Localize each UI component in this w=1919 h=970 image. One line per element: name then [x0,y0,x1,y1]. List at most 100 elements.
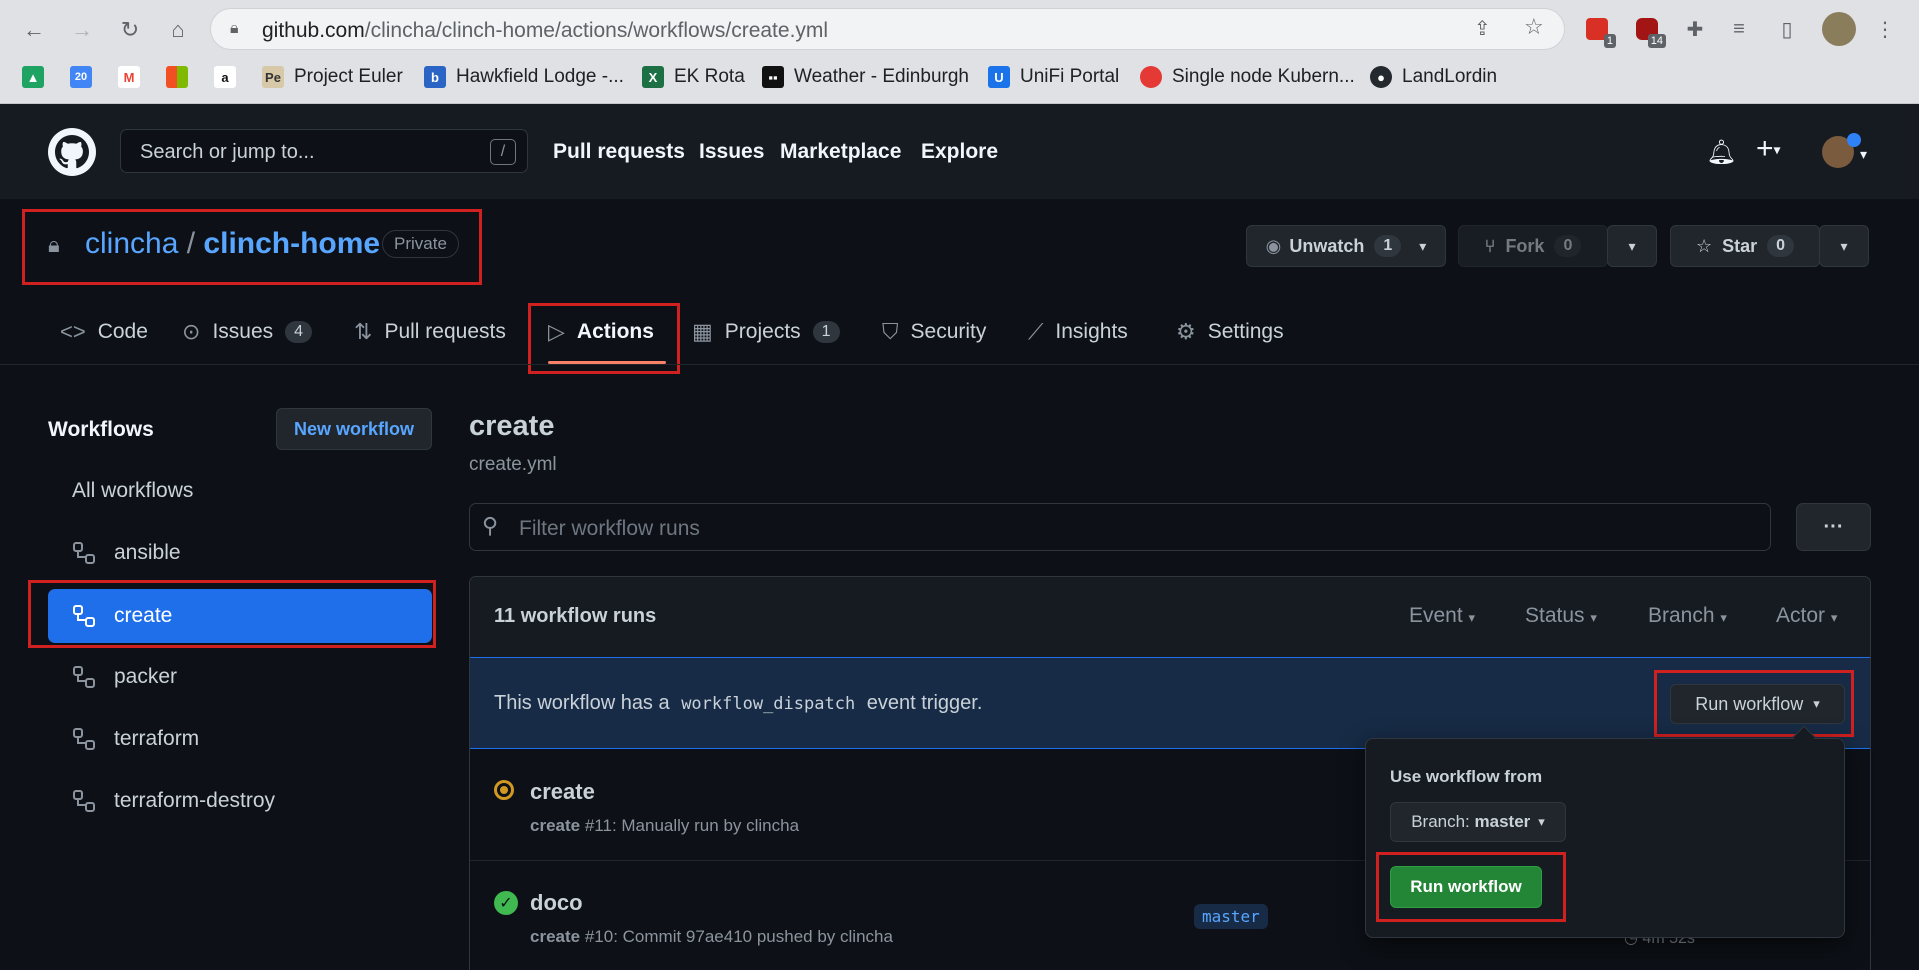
plus-icon[interactable]: +▾ [1756,132,1781,166]
nav-issues[interactable]: Issues [699,140,764,164]
search-icon: ⚲ [482,513,499,538]
bell-icon[interactable]: 🔔︎ [1706,138,1736,167]
unwatch-button[interactable]: ◉ Unwatch 1 ▾ [1246,225,1446,267]
bookmark-drive[interactable]: ▲ [22,62,44,92]
filter-status[interactable]: Status ▾ [1525,604,1597,628]
shield-icon: ⛉ [882,319,899,344]
share-icon[interactable]: ⇪ [1474,16,1491,41]
branch-badge[interactable]: master [1194,904,1268,929]
pull-request-icon: ⇅ [354,319,373,344]
puzzle-icon[interactable]: ✚ [1680,14,1710,44]
nav-marketplace[interactable]: Marketplace [780,140,901,164]
bookmark-kubernetes[interactable]: Single node Kubern... [1140,62,1355,92]
bookmark-calendar[interactable]: 20 [70,62,92,92]
run-meta: create #11: Manually run by clincha [530,816,800,835]
table-icon: ▦ [692,319,713,344]
nav-pull-requests[interactable]: Pull requests [553,140,685,164]
tab-insights[interactable]: ⟋ Insights [1028,314,1128,350]
fork-icon: ⑂ [1484,235,1496,256]
sidepanel-icon[interactable]: ▯ [1772,14,1802,44]
tabs-divider [0,364,1919,365]
tab-security[interactable]: ⛉ Security [882,314,986,350]
bookmark-amazon[interactable]: a [214,62,236,92]
forward-icon[interactable]: → [64,12,100,48]
workflow-icon [73,728,95,750]
new-workflow-button[interactable]: New workflow [276,408,432,450]
visibility-badge: Private [382,230,459,258]
search-placeholder: Search or jump to... [140,141,315,163]
run-workflow-button[interactable]: Run workflow [1390,866,1542,908]
workflow-icon [73,542,95,564]
page-title: create [469,410,555,442]
star-button[interactable]: ☆ Star 0 [1670,225,1820,267]
in-progress-icon [494,780,514,800]
sidebar-item-terraform[interactable]: terraform [48,714,432,764]
bookmark-microsoft[interactable] [166,62,188,92]
workflow-file: create.yml [469,454,557,475]
bookmark-ek-rota[interactable]: X EK Rota [642,62,745,92]
tab-issues[interactable]: ⊙ Issues 4 [182,314,313,350]
filter-placeholder: Filter workflow runs [519,517,700,540]
bookmark-gmail[interactable]: M [118,62,140,92]
ublock-icon[interactable]: 14 [1632,14,1666,48]
nav-explore[interactable]: Explore [921,140,998,164]
star-dropdown[interactable]: ▾ [1819,225,1869,267]
repo-owner-link[interactable]: clincha [85,227,178,260]
branch-select[interactable]: Branch: master ▾ [1390,802,1566,842]
sidebar-item-all-workflows[interactable]: All workflows [48,466,432,516]
notification-dot [1847,133,1861,147]
tab-projects[interactable]: ▦ Projects 1 [692,314,840,350]
graph-icon: ⟋ [1028,319,1044,344]
media-icon[interactable]: ≡ [1724,14,1754,44]
run-title[interactable]: create [530,779,595,805]
sidebar-item-packer[interactable]: packer [48,652,432,702]
bookmark-hawkfield[interactable]: b Hawkfield Lodge -... [424,62,624,92]
popover-title: Use workflow from [1390,767,1543,786]
bookmark-unifi[interactable]: U UniFi Portal [988,62,1119,92]
sidebar-item-create[interactable]: create [48,589,432,643]
fork-button[interactable]: ⑂ Fork 0 [1458,225,1608,267]
filter-actor[interactable]: Actor ▾ [1776,604,1837,628]
repo-title: clincha / clinch-home [85,227,381,260]
star-icon: ☆ [1695,235,1713,256]
reload-icon[interactable]: ↻ [112,12,148,48]
more-options-button[interactable]: ··· [1796,503,1871,551]
profile-avatar[interactable] [1822,12,1856,46]
filter-event[interactable]: Event ▾ [1409,604,1475,628]
run-workflow-dropdown[interactable]: Run workflow ▾ [1670,684,1845,724]
lock-icon: 🔒︎ [230,20,239,37]
run-title[interactable]: doco [530,890,583,916]
dispatch-text: This workflow has a workflow_dispatch ev… [494,692,983,714]
check-circle-icon: ✓ [494,891,518,915]
workflow-icon [73,790,95,812]
sidebar-item-ansible[interactable]: ansible [48,528,432,578]
sidebar-item-terraform-destroy[interactable]: terraform-destroy [48,776,432,826]
issue-icon: ⊙ [182,319,201,344]
bookmark-project-euler[interactable]: Pe Project Euler [262,62,403,92]
search-shortcut-key: / [490,139,516,165]
url-text: github.com/clincha/clinch-home/actions/w… [262,19,829,42]
runs-count: 11 workflow runs [494,605,657,627]
menu-icon[interactable]: ⋮ [1870,14,1900,44]
eye-icon: ◉ [1265,235,1282,256]
chevron-down-icon: ▾ [1419,237,1427,254]
home-icon[interactable]: ⌂ [160,12,196,48]
back-icon[interactable]: ← [16,12,52,48]
workflow-icon [73,666,95,688]
tab-code[interactable]: <> Code [60,314,148,350]
code-icon: <> [60,319,86,344]
github-logo-icon[interactable] [48,128,96,176]
filter-branch[interactable]: Branch ▾ [1648,604,1727,628]
bookmark-landlordin[interactable]: ● LandLordin [1370,62,1497,92]
repo-name-link[interactable]: clinch-home [203,227,380,260]
fork-dropdown[interactable]: ▾ [1607,225,1657,267]
tab-pull-requests[interactable]: ⇅ Pull requests [354,314,506,350]
extension-icon[interactable]: 1 [1582,14,1616,48]
chevron-down-icon[interactable]: ▾ [1860,146,1867,163]
tab-settings[interactable]: ⚙ Settings [1176,314,1284,350]
bookmark-weather[interactable]: ▪▪ Weather - Edinburgh [762,62,969,92]
bookmark-star-icon[interactable]: ☆ [1524,14,1544,40]
gear-icon: ⚙ [1176,319,1196,344]
tab-actions[interactable]: ▷ Actions [548,314,654,350]
run-meta: create #10: Commit 97ae410 pushed by cli… [530,927,893,946]
